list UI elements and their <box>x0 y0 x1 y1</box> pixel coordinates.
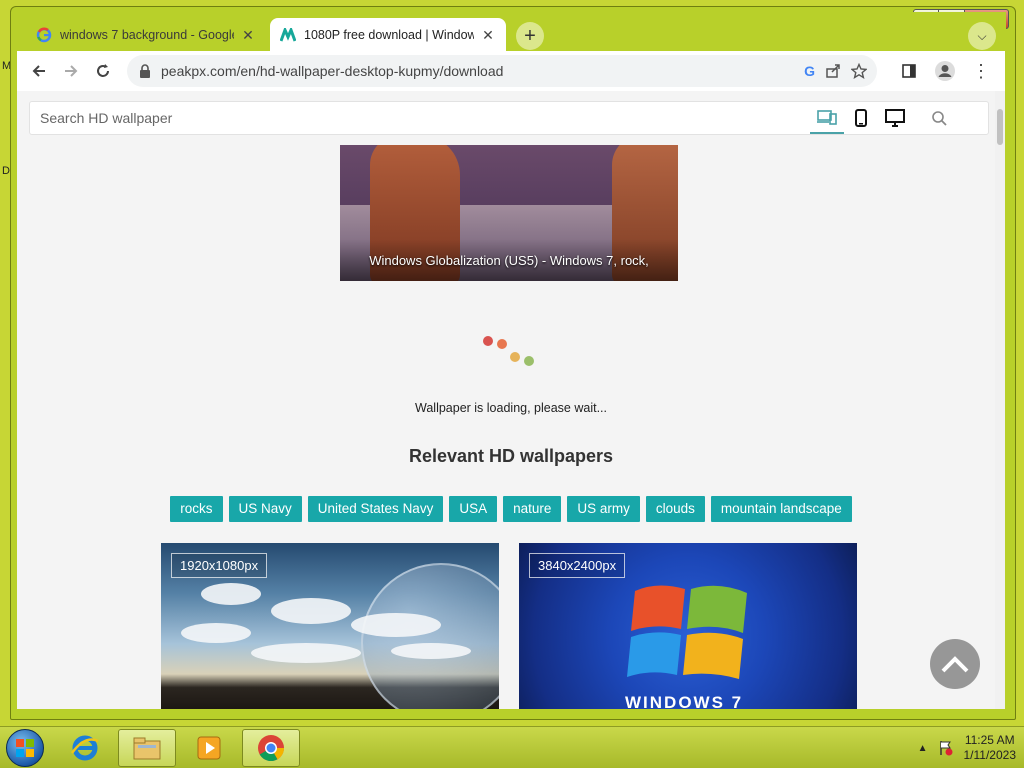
taskbar: ▲ 11:25 AM 1/11/2023 <box>0 726 1024 768</box>
tag-link[interactable]: US army <box>567 496 640 522</box>
tag-link[interactable]: clouds <box>645 496 705 522</box>
kebab-menu-icon: ⋮ <box>972 61 990 81</box>
wallpaper-thumbnail[interactable]: 1920x1080px <box>161 543 499 709</box>
desktop-laptop-icon <box>817 110 837 125</box>
lock-icon <box>140 64 150 78</box>
url-text: peakpx.com/en/hd-wallpaper-desktop-kupmy… <box>161 63 504 79</box>
profile-button[interactable] <box>929 55 961 87</box>
tag-link[interactable]: US Navy <box>228 496 302 522</box>
folder-icon <box>133 737 161 760</box>
loader-dot <box>483 336 493 346</box>
close-tab-icon[interactable]: ✕ <box>480 27 496 44</box>
windows-start-icon <box>16 739 34 757</box>
system-tray: ▲ 11:25 AM 1/11/2023 <box>918 733 1016 763</box>
tab-search-button[interactable]: ⌵ <box>968 22 996 50</box>
reload-icon <box>97 64 109 77</box>
taskbar-file-explorer[interactable] <box>118 729 176 767</box>
wallpaper-preview-image[interactable]: Windows Globalization (US5) - Windows 7,… <box>340 145 678 281</box>
search-icon <box>932 111 947 126</box>
tag-link[interactable]: nature <box>503 496 562 522</box>
cloud-graphic <box>391 643 471 659</box>
taskbar-chrome[interactable] <box>242 729 300 767</box>
loader-dot <box>497 339 507 349</box>
relevant-heading: Relevant HD wallpapers <box>408 446 614 466</box>
new-tab-button[interactable]: + <box>516 22 544 50</box>
scroll-to-top-button[interactable] <box>930 639 980 689</box>
cloud-graphic <box>201 583 261 605</box>
side-panel-button[interactable] <box>893 55 925 87</box>
cloud-graphic <box>351 613 441 637</box>
windows-logo-icon <box>627 585 747 679</box>
clock-date: 1/11/2023 <box>963 748 1017 762</box>
loader-dot <box>510 352 520 362</box>
scrollbar-thumb[interactable] <box>997 109 1003 145</box>
taskbar-internet-explorer[interactable] <box>56 729 114 767</box>
page-viewport: Windows Globalization (US5) - Windows 7,… <box>17 91 1005 709</box>
bookmark-star-icon[interactable] <box>851 63 867 79</box>
loader-dot <box>524 356 534 366</box>
browser-toolbar: peakpx.com/en/hd-wallpaper-desktop-kupmy… <box>17 51 1005 91</box>
google-lens-icon[interactable]: G <box>804 63 815 79</box>
menu-button[interactable]: ⋮ <box>965 55 997 87</box>
media-player-icon <box>197 736 221 760</box>
resolution-badge: 1920x1080px <box>171 553 268 578</box>
wallpaper-caption: Windows Globalization (US5) - Windows 7,… <box>340 239 678 281</box>
tag-link[interactable]: rocks <box>170 496 223 522</box>
internet-explorer-icon <box>70 735 99 761</box>
tab-title: 1080P free download | Windows <box>304 28 474 42</box>
windows-logo-text: WINDOWS 7 <box>625 693 744 709</box>
monitor-icon <box>885 109 905 127</box>
cloud-graphic <box>271 598 351 624</box>
device-desktop-laptop-button[interactable] <box>810 102 844 134</box>
tag-link[interactable]: United States Navy <box>307 496 444 522</box>
clock-time: 11:25 AM <box>964 733 1015 747</box>
back-button[interactable] <box>23 55 55 87</box>
cloud-graphic <box>251 643 361 663</box>
chrome-icon <box>258 735 285 762</box>
tag-list: rocks US Navy United States Navy USA nat… <box>17 496 1005 522</box>
side-panel-icon <box>902 64 916 78</box>
taskbar-clock[interactable]: 11:25 AM 1/11/2023 <box>964 733 1017 763</box>
show-hidden-icons-icon[interactable]: ▲ <box>918 743 928 754</box>
tab-strip: windows 7 background - Google ✕ 1080P fr… <box>16 12 1006 52</box>
desktop-icon-label: D <box>2 165 10 177</box>
google-icon <box>36 27 52 43</box>
device-monitor-button[interactable] <box>878 102 912 134</box>
site-search-bar <box>29 101 989 135</box>
peakpx-logo-icon <box>280 27 296 43</box>
share-icon[interactable] <box>825 63 841 79</box>
forward-button[interactable] <box>55 55 87 87</box>
taskbar-media-player[interactable] <box>180 729 238 767</box>
search-submit-button[interactable] <box>922 102 956 134</box>
start-button[interactable] <box>6 729 44 767</box>
resolution-badge: 3840x2400px <box>529 553 626 578</box>
tag-link[interactable]: mountain landscape <box>710 496 852 522</box>
close-tab-icon[interactable]: ✕ <box>240 27 256 44</box>
cloud-graphic <box>181 623 251 643</box>
mobile-phone-icon <box>855 109 867 127</box>
tab-peakpx[interactable]: 1080P free download | Windows ✕ <box>270 18 506 52</box>
avatar-icon <box>935 61 955 81</box>
chevron-down-icon: ⌵ <box>977 28 987 43</box>
tab-google-search[interactable]: windows 7 background - Google ✕ <box>26 18 266 52</box>
reload-button[interactable] <box>87 55 119 87</box>
page-scrollbar[interactable] <box>995 91 1005 709</box>
chevron-up-icon <box>941 656 969 673</box>
search-input[interactable] <box>30 110 810 126</box>
arrow-right-icon <box>65 65 78 77</box>
arrow-left-icon <box>32 65 45 77</box>
loading-message: Wallpaper is loading, please wait... <box>415 401 607 415</box>
address-bar[interactable]: peakpx.com/en/hd-wallpaper-desktop-kupmy… <box>127 55 877 87</box>
action-center-flag-icon[interactable] <box>938 740 954 756</box>
plus-icon: + <box>524 24 536 47</box>
wallpaper-thumbnail[interactable]: WINDOWS 7 3840x2400px <box>519 543 857 709</box>
tag-link[interactable]: USA <box>449 496 498 522</box>
tab-title: windows 7 background - Google <box>60 28 234 42</box>
device-mobile-button[interactable] <box>844 102 878 134</box>
